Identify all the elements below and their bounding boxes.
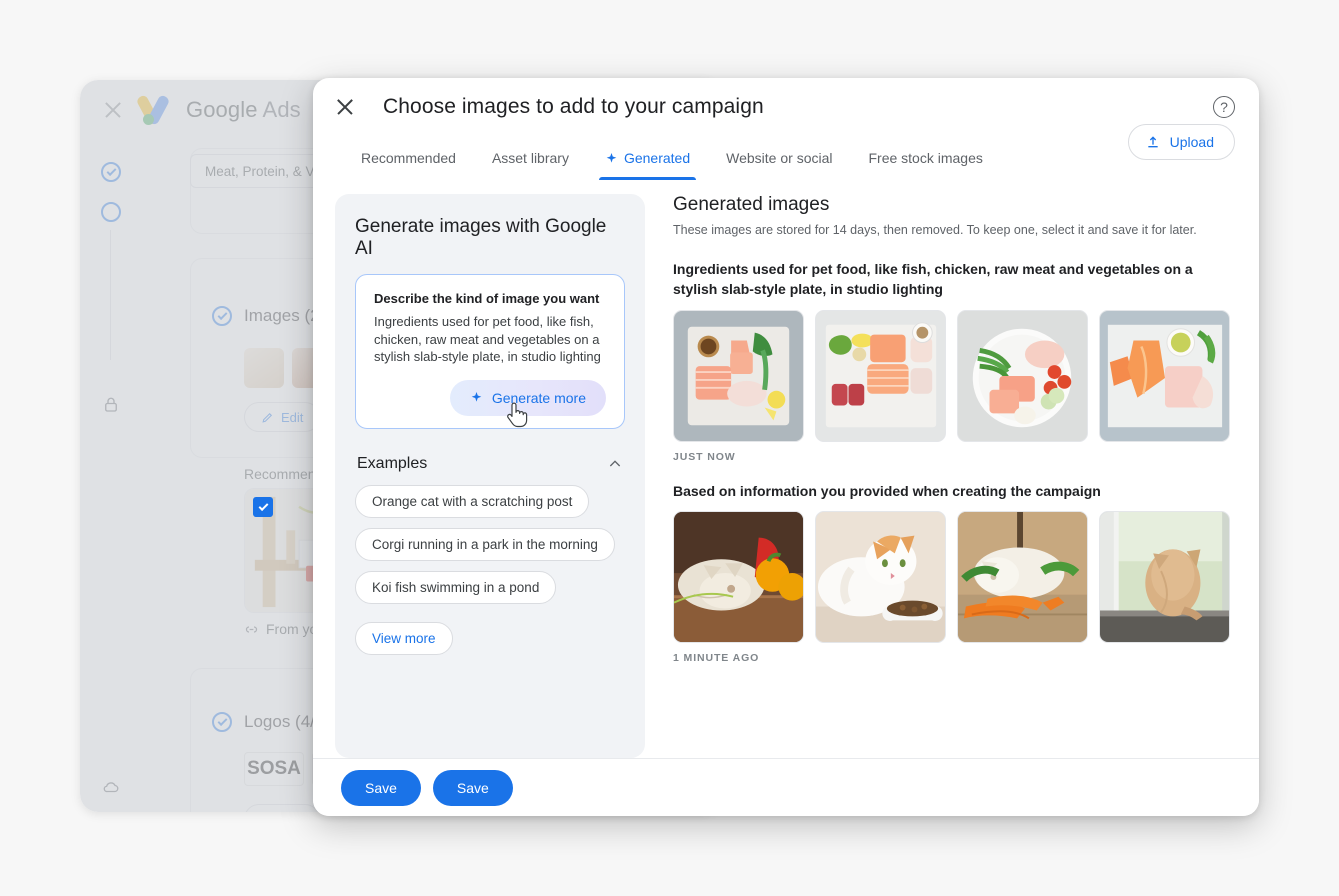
- examples-chip-list: Orange cat with a scratching post Corgi …: [355, 484, 625, 655]
- result-group-grid: [673, 510, 1235, 643]
- generate-more-row: Generate more: [374, 379, 606, 427]
- generated-image-fish-assortment-marble[interactable]: [815, 309, 946, 442]
- prompt-card: Describe the kind of image you want Ingr…: [355, 274, 625, 429]
- prompt-input[interactable]: Ingredients used for pet food, like fish…: [374, 313, 606, 366]
- prompt-label: Describe the kind of image you want: [374, 291, 600, 306]
- generated-image-salmon-chicken-board[interactable]: [1099, 309, 1230, 442]
- help-icon[interactable]: ?: [1213, 96, 1235, 118]
- tab-website-or-social[interactable]: Website or social: [708, 136, 850, 180]
- result-group-grid: [673, 309, 1235, 442]
- generate-panel-heading: Generate images with Google AI: [355, 216, 607, 259]
- dialog-footer: Save Save: [313, 758, 1259, 816]
- page-title: Choose images to add to your campaign: [383, 95, 764, 118]
- generated-image-salmon-slate-board[interactable]: [673, 309, 804, 442]
- tab-recommended[interactable]: Recommended: [343, 136, 474, 180]
- mouse-cursor-icon: [506, 402, 528, 427]
- generated-image-cat-window[interactable]: [1099, 510, 1230, 643]
- close-icon[interactable]: [333, 95, 357, 119]
- example-chip[interactable]: Orange cat with a scratching post: [355, 484, 590, 518]
- tab-generated[interactable]: Generated: [587, 136, 708, 180]
- examples-heading: Examples: [357, 454, 428, 472]
- upload-button[interactable]: Upload: [1127, 124, 1235, 160]
- result-group-title: Based on information you provided when c…: [673, 482, 1101, 499]
- results-subtext: These images are stored for 14 days, the…: [673, 223, 1197, 237]
- sparkle-icon: [471, 392, 482, 402]
- dialog-body: Generate images with Google AI Describe …: [313, 180, 1259, 758]
- selected-checkbox[interactable]: [253, 497, 273, 517]
- result-group-timestamp: 1 MINUTE AGO: [673, 651, 760, 664]
- tab-asset-library[interactable]: Asset library: [474, 136, 587, 180]
- chevron-up-icon[interactable]: [607, 456, 623, 472]
- results-heading: Generated images: [673, 194, 830, 215]
- choose-images-dialog: Choose images to add to your campaign ? …: [313, 78, 1259, 816]
- generated-image-cat-peppers-floor[interactable]: [673, 510, 804, 643]
- upload-icon: [1147, 136, 1158, 148]
- result-group-title: Ingredients used for pet food, like fish…: [673, 261, 1193, 298]
- save-button-secondary[interactable]: Save: [432, 769, 513, 806]
- screen: Google Ads Meat, Protein, & Vita: [0, 0, 1339, 896]
- result-group-timestamp: JUST NOW: [673, 450, 736, 463]
- generate-panel: Generate images with Google AI Describe …: [335, 194, 645, 758]
- generated-image-salmon-white-plate[interactable]: [957, 309, 1088, 442]
- save-button-primary[interactable]: Save: [341, 769, 421, 806]
- tab-free-stock-images[interactable]: Free stock images: [850, 136, 1000, 180]
- dialog-tabs: Recommended Asset library Generated Webs…: [313, 124, 1259, 180]
- example-chip[interactable]: Corgi running in a park in the morning: [355, 527, 615, 561]
- example-chip[interactable]: Koi fish swimming in a pond: [355, 570, 557, 604]
- dialog-header: Choose images to add to your campaign ?: [313, 78, 1259, 136]
- examples-header: Examples: [357, 455, 623, 473]
- generate-more-button[interactable]: Generate more: [449, 379, 606, 427]
- results-panel: Generated images These images are stored…: [645, 194, 1235, 758]
- view-more-button[interactable]: View more: [355, 621, 453, 655]
- generated-image-cat-carrots[interactable]: [957, 510, 1088, 643]
- sparkle-icon: [606, 152, 617, 163]
- generated-image-cat-food-bowl[interactable]: [815, 510, 946, 643]
